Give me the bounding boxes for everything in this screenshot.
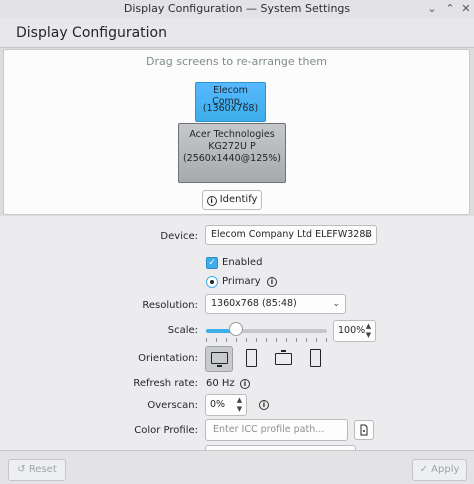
page-header: Display Configuration <box>0 18 474 48</box>
refresh-rate-label: Refresh rate: <box>133 378 198 389</box>
orientation-portrait-flipped-button[interactable] <box>302 346 330 372</box>
reset-label: Reset <box>28 464 57 475</box>
scale-ticks <box>206 338 327 342</box>
screen-elecom[interactable]: Elecom Comp... (1360x768) <box>195 82 266 122</box>
close-icon[interactable]: ✕ <box>458 1 474 17</box>
spin-arrows-icon[interactable]: ▲ ▼ <box>364 322 373 340</box>
screen-name-line2: KG272U P <box>208 141 256 152</box>
scale-tick <box>306 338 307 342</box>
apply-button[interactable]: ✓ Apply <box>412 459 467 481</box>
chevron-down-icon: ⌄ <box>332 299 340 309</box>
chevron-down-icon: ⌄ <box>363 230 371 240</box>
info-icon: i <box>206 196 217 206</box>
reset-button[interactable]: ↺ Reset <box>8 459 66 481</box>
orientation-inverted-button[interactable] <box>270 346 298 372</box>
monitor-stand <box>281 350 286 352</box>
scale-value: 100% <box>338 325 366 336</box>
identify-label: Identify <box>219 194 258 205</box>
title-bar: Display Configuration — System Settings … <box>0 0 474 18</box>
orientation-portrait-button[interactable] <box>238 346 266 372</box>
info-icon[interactable]: i <box>259 400 269 410</box>
device-label: Device: <box>160 231 198 242</box>
chevron-up-icon[interactable]: ⌃ <box>442 1 458 17</box>
scale-slider[interactable] <box>206 329 327 333</box>
browse-file-button[interactable] <box>354 420 374 440</box>
resolution-select[interactable]: 1360x768 (85:48) ⌄ <box>205 294 346 314</box>
scale-tick <box>246 338 247 342</box>
monitor-landscape-icon <box>211 352 228 364</box>
scale-tick <box>256 338 257 342</box>
apply-label: Apply <box>431 464 460 475</box>
scale-spinbox[interactable]: 100% ▲ ▼ <box>333 320 376 342</box>
info-icon[interactable]: i <box>240 379 250 389</box>
primary-radio[interactable] <box>206 276 218 288</box>
scale-tick <box>266 338 267 342</box>
orientation-label: Orientation: <box>138 353 198 364</box>
footer-bar: ↺ Reset ✓ Apply <box>0 450 474 484</box>
scale-tick <box>276 338 277 342</box>
settings-form: Device: Elecom Company Ltd ELEFW328B ⌄ ✓… <box>0 216 474 455</box>
screen-acer[interactable]: Acer Technologies KG272U P (2560x1440@12… <box>178 123 286 183</box>
scale-tick <box>316 338 317 342</box>
screen-name-line1: Acer Technologies <box>189 129 275 140</box>
color-profile-placeholder: Enter ICC profile path... <box>213 424 325 435</box>
overscan-value: 0% <box>210 399 226 410</box>
device-select[interactable]: Elecom Company Ltd ELEFW328B ⌄ <box>205 225 377 245</box>
reset-icon: ↺ <box>17 464 26 475</box>
monitor-inverted-icon <box>275 353 292 365</box>
chevron-down-icon[interactable]: ⌄ <box>424 1 440 17</box>
monitor-portrait-icon <box>246 349 257 367</box>
color-profile-input[interactable]: Enter ICC profile path... <box>205 419 348 441</box>
overscan-label: Overscan: <box>147 400 198 411</box>
spin-arrows-icon[interactable]: ▲ ▼ <box>235 396 244 414</box>
enabled-checkbox[interactable]: ✓ <box>206 257 218 269</box>
refresh-rate-value: 60 Hz <box>206 378 235 389</box>
info-icon[interactable]: i <box>267 277 277 287</box>
resolution-label: Resolution: <box>142 300 198 311</box>
checkmark-icon: ✓ <box>419 464 428 475</box>
scale-tick <box>226 338 227 342</box>
window-title: Display Configuration — System Settings <box>123 2 351 15</box>
overscan-spinbox[interactable]: 0% ▲ ▼ <box>205 394 247 416</box>
resolution-value: 1360x768 (85:48) <box>211 298 297 309</box>
orientation-landscape-button[interactable] <box>205 346 233 372</box>
primary-label: Primary <box>222 276 261 287</box>
scale-tick <box>206 338 207 342</box>
scale-tick <box>296 338 297 342</box>
scale-tick <box>326 338 327 342</box>
monitor-portrait-flipped-icon <box>310 349 321 367</box>
file-open-icon <box>360 424 368 436</box>
device-value: Elecom Company Ltd ELEFW328B <box>211 229 372 240</box>
enabled-label: Enabled <box>222 257 263 268</box>
drag-hint: Drag screens to re-arrange them <box>146 55 327 68</box>
page-title: Display Configuration <box>16 25 167 41</box>
screen-mode: (2560x1440@125%) <box>182 153 282 164</box>
screen-arrangement-panel: Drag screens to re-arrange them Elecom C… <box>3 49 470 215</box>
scale-tick <box>216 338 217 342</box>
color-profile-label: Color Profile: <box>134 425 198 436</box>
scale-tick <box>236 338 237 342</box>
scale-slider-handle[interactable] <box>229 322 243 336</box>
scale-tick <box>286 338 287 342</box>
scale-label: Scale: <box>167 325 198 336</box>
identify-button[interactable]: i Identify <box>202 190 262 210</box>
screen-mode: (1360x768) <box>202 103 259 114</box>
monitor-stand <box>217 365 222 367</box>
